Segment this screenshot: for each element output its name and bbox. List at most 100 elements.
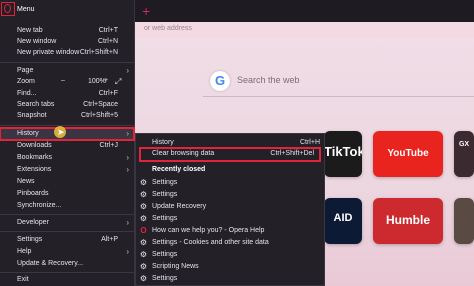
speed-dial-game[interactable]: AID <box>324 198 362 244</box>
recent-item-label: Settings - Cookies and other site data <box>152 239 269 246</box>
recent-item[interactable]: ⚙ Update Recovery <box>136 202 326 213</box>
shortcut: Ctrl+Shift+Del <box>270 150 314 157</box>
gear-icon: ⚙ <box>139 202 148 211</box>
menu-item-history[interactable]: History › <box>0 127 135 141</box>
shortcut: Ctrl+Shift+N <box>79 49 118 56</box>
recent-item-label: Update Recovery <box>152 203 207 210</box>
recent-item-label: Scripting News <box>152 263 199 270</box>
submenu-item-label: History <box>152 139 174 146</box>
search-input[interactable]: Search the web <box>237 75 300 85</box>
search-underline <box>203 96 474 97</box>
speed-dial-gx[interactable]: GX <box>454 131 474 177</box>
menu-item-exit[interactable]: Exit <box>0 275 134 286</box>
recently-closed-header: Recently closed <box>152 166 206 173</box>
menu-item-label: New window <box>17 38 57 45</box>
chevron-right-icon: › <box>126 165 129 174</box>
menu-item-label: Pinboards <box>17 190 49 197</box>
zoom-out-button[interactable]: – <box>61 77 65 84</box>
menu-item-label: Zoom <box>17 78 35 85</box>
menu-item-label: Search tabs <box>17 101 55 108</box>
menu-item-news[interactable]: News <box>0 177 134 188</box>
recent-item[interactable]: ⚙ Settings <box>136 178 326 189</box>
menu-item-new-tab[interactable]: New tab Ctrl+T <box>0 26 134 37</box>
menu-item-extensions[interactable]: Extensions › <box>0 165 134 176</box>
mouse-pointer-icon: ➤ <box>57 127 65 137</box>
submenu-item-clear-browsing-data[interactable]: Clear browsing data Ctrl+Shift+Del <box>139 147 321 162</box>
menu-item-new-private-window[interactable]: New private window Ctrl+Shift+N <box>0 48 134 59</box>
gear-icon: ⚙ <box>139 178 148 187</box>
shortcut: Ctrl+H <box>299 139 320 146</box>
zoom-in-button[interactable]: + <box>104 77 108 84</box>
menu-item-label: Extensions <box>17 166 52 173</box>
shortcut: Ctrl+N <box>97 38 118 45</box>
recent-item-label: Settings <box>152 191 178 198</box>
gear-icon: ⚙ <box>139 250 148 259</box>
recent-item[interactable]: ⚙ Settings <box>136 214 326 225</box>
chevron-right-icon: › <box>126 129 129 138</box>
recent-item[interactable]: ⚙ Settings <box>136 190 326 201</box>
menu-item-label: News <box>17 178 35 185</box>
chevron-right-icon: › <box>126 153 129 162</box>
speed-dial-label: GX <box>458 141 470 148</box>
speed-dial-label: YouTube <box>387 148 429 159</box>
shortcut: Ctrl+F <box>98 90 118 97</box>
speed-dial-label: AID <box>333 212 353 224</box>
history-submenu: History Ctrl+H Clear browsing data Ctrl+Sh… <box>135 133 325 286</box>
speed-dial-youtube[interactable]: YouTube <box>373 131 443 177</box>
recent-item[interactable]: ⚙ Settings <box>136 250 326 261</box>
menu-item-developer[interactable]: Developer › <box>0 218 134 229</box>
menu-item-label: Exit <box>17 276 29 283</box>
menu-separator <box>0 214 134 215</box>
submenu-item-label: Clear browsing data <box>152 150 215 157</box>
speed-dial-label: TikTok <box>324 144 362 159</box>
menu-title: Menu <box>17 6 35 13</box>
menu-item-label: New tab <box>17 27 43 34</box>
gear-icon: ⚙ <box>139 262 148 271</box>
menu-item-label: Update & Recovery... <box>17 260 84 267</box>
menu-item-snapshot[interactable]: Snapshot Ctrl+Shift+5 <box>0 111 134 122</box>
menu-item-search-tabs[interactable]: Search tabs Ctrl+Space <box>0 100 134 111</box>
menu-item-help[interactable]: Help › <box>0 247 134 258</box>
menu-item-label: Snapshot <box>17 112 47 119</box>
speed-dial-tiktok[interactable]: TikTok <box>324 131 362 177</box>
menu-item-find[interactable]: Find... Ctrl+F <box>0 89 134 100</box>
gear-icon: ⚙ <box>139 238 148 247</box>
opera-icon: O <box>140 226 147 235</box>
recent-item[interactable]: ⚙ Settings <box>136 274 326 285</box>
menu-item-label: Find... <box>17 90 37 97</box>
new-tab-plus-icon[interactable]: + <box>142 4 156 18</box>
menu-item-synchronize[interactable]: Synchronize... <box>0 201 134 212</box>
shortcut: Ctrl+Space <box>83 101 118 108</box>
menu-item-label: New private window <box>17 49 80 56</box>
menu-separator <box>0 125 134 126</box>
opera-logo-icon[interactable] <box>1 2 15 16</box>
menu-item-bookmarks[interactable]: Bookmarks › <box>0 153 134 164</box>
menu-item-settings[interactable]: Settings Alt+P <box>0 235 134 246</box>
speed-dial-humble[interactable]: Humble <box>373 198 443 244</box>
recent-item-label: How can we help you? - Opera Help <box>152 227 265 234</box>
shortcut: Ctrl+Shift+5 <box>81 112 118 119</box>
recent-item[interactable]: O How can we help you? - Opera Help <box>136 226 326 237</box>
gear-icon: ⚙ <box>139 190 148 199</box>
menu-item-pinboards[interactable]: Pinboards <box>0 189 134 200</box>
recent-item[interactable]: ⚙ Settings - Cookies and other site data <box>136 238 326 249</box>
recent-item[interactable]: ⚙ Scripting News <box>136 262 326 273</box>
shortcut: Ctrl+T <box>98 27 118 34</box>
speed-dial-label: Humble <box>385 213 430 227</box>
menu-item-downloads[interactable]: Downloads Ctrl+J <box>0 141 134 152</box>
address-placeholder: or web address <box>144 25 192 32</box>
menu-separator <box>0 231 134 232</box>
menu-item-update-recovery[interactable]: Update & Recovery... <box>0 259 134 270</box>
gear-icon: ⚙ <box>139 214 148 223</box>
fullscreen-icon[interactable]: ⤢ <box>115 77 121 87</box>
shortcut: Ctrl+J <box>99 142 118 149</box>
recent-item-label: Settings <box>152 179 178 186</box>
menu-item-page[interactable]: Page › <box>0 66 134 77</box>
speed-dial-tile[interactable] <box>454 198 474 244</box>
menu-item-label: Downloads <box>17 142 52 149</box>
menu-item-new-window[interactable]: New window Ctrl+N <box>0 37 134 48</box>
chevron-right-icon: › <box>126 66 129 75</box>
menu-item-label: Page <box>17 67 34 74</box>
recent-item-label: Settings <box>152 215 178 222</box>
chevron-right-icon: › <box>126 218 129 227</box>
